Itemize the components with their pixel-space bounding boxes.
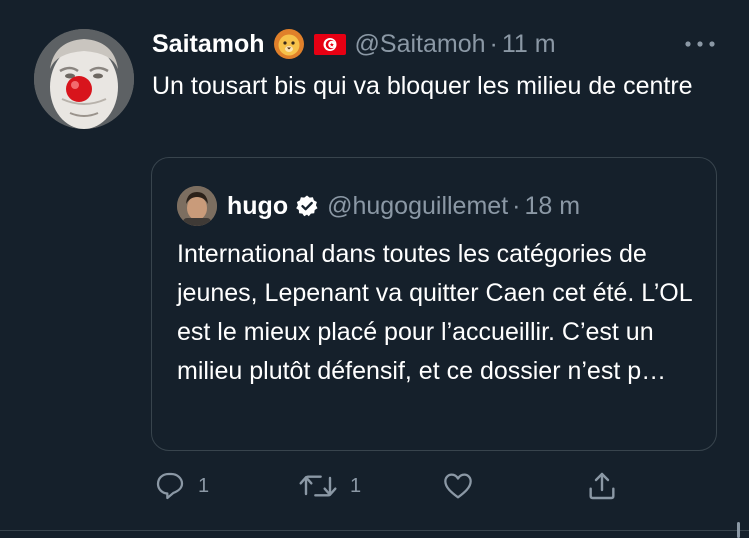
like-button[interactable] [442,466,486,506]
retweet-button[interactable]: 1 [298,466,361,506]
quoted-text: International dans toutes les catégories… [177,240,692,385]
author-handle[interactable]: @Saitamoh [355,30,486,59]
verified-badge-icon [295,194,319,218]
scrollbar-thumb[interactable] [737,522,740,538]
heart-icon [444,473,472,499]
avatar[interactable] [34,29,134,129]
lion-face-emoji [273,28,305,60]
quoted-header: hugo @hugoguillemet · 18 m [227,186,580,226]
tweet-actions: 1 1 [152,466,632,506]
more-dots-icon [685,41,715,47]
retweet-count: 1 [350,474,362,497]
quoted-avatar-image [177,186,217,226]
more-button[interactable] [682,30,718,58]
quoted-separator-dot: · [512,191,521,220]
quoted-time[interactable]: 18 m [524,192,580,221]
tweet-header: Saitamoh @Saitamoh · 11 m [152,26,556,62]
tweet-time[interactable]: 11 m [502,30,556,59]
divider [0,530,749,531]
clown-nose-avatar-image [34,29,134,129]
quoted-handle[interactable]: @hugoguillemet [327,192,508,221]
retweet-icon [299,475,337,497]
tweet: Saitamoh @Saitamoh · 11 m Un tousart bis… [0,0,749,538]
separator-dot: · [489,29,498,58]
quoted-tweet[interactable]: hugo @hugoguillemet · 18 m International… [151,157,717,451]
quoted-display-name[interactable]: hugo [227,192,288,221]
share-button[interactable] [586,466,618,506]
tunisia-flag-emoji [313,32,347,56]
tweet-text: Un tousart bis qui va bloquer les milieu… [152,72,693,100]
author-display-name[interactable]: Saitamoh [152,30,265,59]
reply-count: 1 [198,474,210,497]
reply-icon [156,472,184,500]
quoted-avatar[interactable] [177,186,217,226]
reply-button[interactable]: 1 [154,466,209,506]
share-icon [589,472,615,500]
